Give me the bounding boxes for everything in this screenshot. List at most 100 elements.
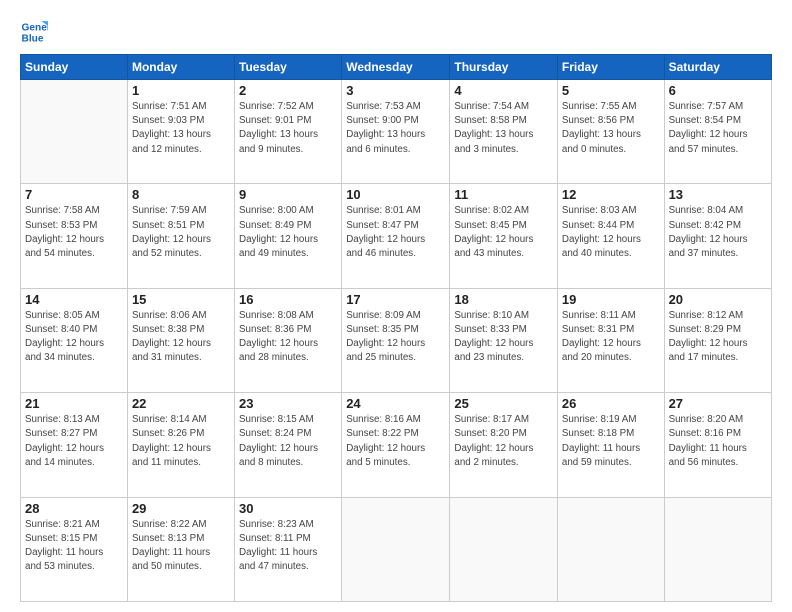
day-cell — [664, 497, 771, 601]
day-cell: 1Sunrise: 7:51 AM Sunset: 9:03 PM Daylig… — [127, 80, 234, 184]
week-row-1: 1Sunrise: 7:51 AM Sunset: 9:03 PM Daylig… — [21, 80, 772, 184]
day-info: Sunrise: 7:59 AM Sunset: 8:51 PM Dayligh… — [132, 204, 230, 261]
day-cell: 11 Sunrise: 8:02 AM Sunset: 8:45 PM Dayli… — [450, 184, 558, 288]
day-cell — [342, 497, 450, 601]
week-row-3: 14 Sunrise: 8:05 AM Sunset: 8:40 PM Dayli… — [21, 288, 772, 392]
day-number: 5 — [562, 83, 660, 98]
day-cell: 9 Sunrise: 8:00 AM Sunset: 8:49 PM Daylig… — [235, 184, 342, 288]
day-cell: 28 Sunrise: 8:21 AM Sunset: 8:15 PM Dayli… — [21, 497, 128, 601]
day-number: 15 — [132, 292, 230, 307]
day-info: Sunrise: 8:17 AM Sunset: 8:20 PM Dayligh… — [454, 413, 553, 470]
day-info: Sunrise: 7:51 AM Sunset: 9:03 PM Dayligh… — [132, 100, 230, 157]
day-number: 13 — [669, 187, 767, 202]
svg-text:General: General — [22, 22, 48, 33]
day-cell: 20 Sunrise: 8:12 AM Sunset: 8:29 PM Dayli… — [664, 288, 771, 392]
day-info: Sunrise: 7:54 AM Sunset: 8:58 PM Dayligh… — [454, 100, 553, 157]
week-row-4: 21 Sunrise: 8:13 AM Sunset: 8:27 PM Dayli… — [21, 393, 772, 497]
day-number: 14 — [25, 292, 123, 307]
day-cell: 13 Sunrise: 8:04 AM Sunset: 8:42 PM Dayli… — [664, 184, 771, 288]
day-info: Sunrise: 8:03 AM Sunset: 8:44 PM Dayligh… — [562, 204, 660, 261]
day-info: Sunrise: 7:53 AM Sunset: 9:00 PM Dayligh… — [346, 100, 445, 157]
day-number: 19 — [562, 292, 660, 307]
day-number: 2 — [239, 83, 337, 98]
logo-icon: General Blue — [20, 18, 48, 46]
day-number: 12 — [562, 187, 660, 202]
day-info: Sunrise: 8:10 AM Sunset: 8:33 PM Dayligh… — [454, 309, 553, 366]
day-cell: 2 Sunrise: 7:52 AM Sunset: 9:01 PM Daylig… — [235, 80, 342, 184]
day-cell: 21 Sunrise: 8:13 AM Sunset: 8:27 PM Dayli… — [21, 393, 128, 497]
day-cell: 16 Sunrise: 8:08 AM Sunset: 8:36 PM Dayli… — [235, 288, 342, 392]
day-cell — [450, 497, 558, 601]
day-number: 17 — [346, 292, 445, 307]
day-number: 21 — [25, 396, 123, 411]
day-number: 11 — [454, 187, 553, 202]
day-number: 20 — [669, 292, 767, 307]
day-info: Sunrise: 8:21 AM Sunset: 8:15 PM Dayligh… — [25, 518, 123, 575]
day-info: Sunrise: 8:06 AM Sunset: 8:38 PM Dayligh… — [132, 309, 230, 366]
day-cell: 6 Sunrise: 7:57 AM Sunset: 8:54 PM Daylig… — [664, 80, 771, 184]
day-info: Sunrise: 8:00 AM Sunset: 8:49 PM Dayligh… — [239, 204, 337, 261]
day-info: Sunrise: 8:13 AM Sunset: 8:27 PM Dayligh… — [25, 413, 123, 470]
day-info: Sunrise: 8:22 AM Sunset: 8:13 PM Dayligh… — [132, 518, 230, 575]
day-number: 23 — [239, 396, 337, 411]
day-info: Sunrise: 8:09 AM Sunset: 8:35 PM Dayligh… — [346, 309, 445, 366]
day-number: 9 — [239, 187, 337, 202]
day-cell: 4Sunrise: 7:54 AM Sunset: 8:58 PM Daylig… — [450, 80, 558, 184]
day-info: Sunrise: 8:20 AM Sunset: 8:16 PM Dayligh… — [669, 413, 767, 470]
day-number: 18 — [454, 292, 553, 307]
day-cell: 5Sunrise: 7:55 AM Sunset: 8:56 PM Daylig… — [557, 80, 664, 184]
calendar-table: SundayMondayTuesdayWednesdayThursdayFrid… — [20, 54, 772, 602]
day-cell: 23 Sunrise: 8:15 AM Sunset: 8:24 PM Dayli… — [235, 393, 342, 497]
weekday-header-wednesday: Wednesday — [342, 55, 450, 80]
day-number: 24 — [346, 396, 445, 411]
header: General Blue — [20, 18, 772, 46]
day-info: Sunrise: 8:12 AM Sunset: 8:29 PM Dayligh… — [669, 309, 767, 366]
day-number: 27 — [669, 396, 767, 411]
day-info: Sunrise: 8:04 AM Sunset: 8:42 PM Dayligh… — [669, 204, 767, 261]
day-info: Sunrise: 8:15 AM Sunset: 8:24 PM Dayligh… — [239, 413, 337, 470]
day-cell: 29Sunrise: 8:22 AM Sunset: 8:13 PM Dayli… — [127, 497, 234, 601]
week-row-5: 28 Sunrise: 8:21 AM Sunset: 8:15 PM Dayli… — [21, 497, 772, 601]
day-cell: 27 Sunrise: 8:20 AM Sunset: 8:16 PM Dayli… — [664, 393, 771, 497]
day-number: 8 — [132, 187, 230, 202]
day-number: 22 — [132, 396, 230, 411]
day-info: Sunrise: 8:02 AM Sunset: 8:45 PM Dayligh… — [454, 204, 553, 261]
day-cell: 12 Sunrise: 8:03 AM Sunset: 8:44 PM Dayli… — [557, 184, 664, 288]
day-number: 7 — [25, 187, 123, 202]
weekday-header-saturday: Saturday — [664, 55, 771, 80]
day-number: 6 — [669, 83, 767, 98]
day-cell: 7 Sunrise: 7:58 AM Sunset: 8:53 PM Daylig… — [21, 184, 128, 288]
weekday-header-tuesday: Tuesday — [235, 55, 342, 80]
week-row-2: 7 Sunrise: 7:58 AM Sunset: 8:53 PM Daylig… — [21, 184, 772, 288]
day-number: 30 — [239, 501, 337, 516]
day-cell: 10Sunrise: 8:01 AM Sunset: 8:47 PM Dayli… — [342, 184, 450, 288]
day-cell: 19 Sunrise: 8:11 AM Sunset: 8:31 PM Dayli… — [557, 288, 664, 392]
day-cell — [21, 80, 128, 184]
day-info: Sunrise: 8:23 AM Sunset: 8:11 PM Dayligh… — [239, 518, 337, 575]
day-cell: 22 Sunrise: 8:14 AM Sunset: 8:26 PM Dayli… — [127, 393, 234, 497]
day-number: 25 — [454, 396, 553, 411]
day-info: Sunrise: 8:11 AM Sunset: 8:31 PM Dayligh… — [562, 309, 660, 366]
calendar-page: General Blue SundayMondayTuesdayWednesda… — [0, 0, 792, 612]
day-cell: 15 Sunrise: 8:06 AM Sunset: 8:38 PM Dayli… — [127, 288, 234, 392]
day-number: 28 — [25, 501, 123, 516]
logo: General Blue — [20, 18, 52, 46]
day-number: 10 — [346, 187, 445, 202]
weekday-header-monday: Monday — [127, 55, 234, 80]
weekday-header-sunday: Sunday — [21, 55, 128, 80]
day-info: Sunrise: 8:05 AM Sunset: 8:40 PM Dayligh… — [25, 309, 123, 366]
weekday-header-thursday: Thursday — [450, 55, 558, 80]
day-cell: 3Sunrise: 7:53 AM Sunset: 9:00 PM Daylig… — [342, 80, 450, 184]
day-info: Sunrise: 8:08 AM Sunset: 8:36 PM Dayligh… — [239, 309, 337, 366]
day-number: 16 — [239, 292, 337, 307]
day-cell: 17 Sunrise: 8:09 AM Sunset: 8:35 PM Dayli… — [342, 288, 450, 392]
day-info: Sunrise: 8:16 AM Sunset: 8:22 PM Dayligh… — [346, 413, 445, 470]
day-cell: 18 Sunrise: 8:10 AM Sunset: 8:33 PM Dayli… — [450, 288, 558, 392]
svg-text:Blue: Blue — [22, 33, 44, 44]
day-cell: 26Sunrise: 8:19 AM Sunset: 8:18 PM Dayli… — [557, 393, 664, 497]
day-info: Sunrise: 7:57 AM Sunset: 8:54 PM Dayligh… — [669, 100, 767, 157]
day-info: Sunrise: 7:52 AM Sunset: 9:01 PM Dayligh… — [239, 100, 337, 157]
weekday-header-friday: Friday — [557, 55, 664, 80]
day-info: Sunrise: 8:14 AM Sunset: 8:26 PM Dayligh… — [132, 413, 230, 470]
day-info: Sunrise: 7:58 AM Sunset: 8:53 PM Dayligh… — [25, 204, 123, 261]
